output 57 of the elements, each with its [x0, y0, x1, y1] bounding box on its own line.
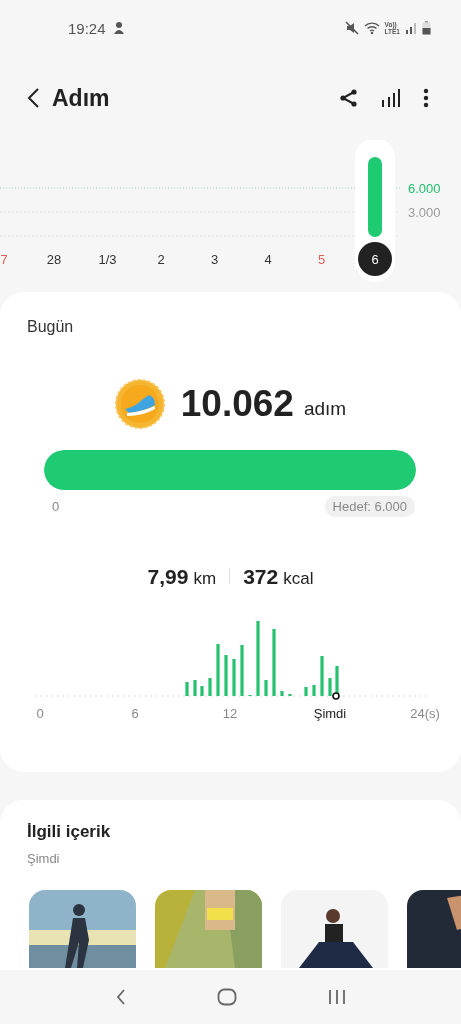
- wifi-icon: [363, 21, 380, 35]
- signal-icon: [405, 22, 417, 34]
- day-label[interactable]: 4: [264, 252, 272, 267]
- selected-day-marker: [358, 242, 392, 276]
- progress-start-label: 0: [52, 499, 60, 514]
- step-unit: adım: [303, 398, 347, 420]
- hourly-bar: [304, 687, 308, 696]
- now-marker: [332, 692, 340, 700]
- page-title: Adım: [52, 84, 110, 112]
- card-title: Bugün: [26, 318, 75, 336]
- back-icon: [26, 87, 40, 109]
- distance-unit: km: [193, 569, 217, 589]
- step-count: 10.062: [180, 383, 294, 425]
- hourly-bar: [335, 666, 339, 696]
- hourly-bar: [320, 656, 324, 696]
- hourly-bar: [185, 682, 189, 696]
- home-icon: [216, 988, 237, 1006]
- hourly-bar: [272, 629, 276, 696]
- bar-chart-icon: [381, 88, 401, 108]
- more-icon: [423, 88, 429, 108]
- hourly-bar: [264, 680, 268, 696]
- calories-value: 372: [243, 565, 279, 589]
- axis-label: 0: [36, 706, 44, 721]
- hourly-bar: [280, 691, 284, 696]
- hourly-bar: [208, 678, 212, 696]
- hourly-bar: [312, 685, 316, 696]
- axis-label: 6: [131, 706, 139, 721]
- battery-icon: [422, 21, 431, 35]
- section-subtitle: Şimdi: [26, 851, 61, 866]
- hourly-bar: [216, 644, 220, 696]
- share-icon: [339, 88, 359, 108]
- avatar-icon: [112, 21, 125, 35]
- day-label[interactable]: 28: [46, 252, 62, 267]
- hourly-bar: [240, 645, 244, 696]
- mute-icon: [344, 21, 359, 35]
- axis-label: Şimdi: [313, 706, 347, 721]
- hourly-bar: [328, 678, 332, 696]
- back-icon: [115, 988, 126, 1006]
- distance-value: 7,99: [147, 565, 189, 589]
- scale-label: 6.000: [408, 181, 441, 196]
- goal-label: Hedef: 6.000: [324, 496, 415, 517]
- axis-label: 24(s): [410, 706, 440, 721]
- recents-icon: [327, 989, 346, 1005]
- axis-label: 12: [222, 706, 238, 721]
- shoe-badge-icon: [114, 379, 165, 429]
- hourly-bar: [200, 686, 204, 696]
- day-label[interactable]: 1/3: [98, 252, 117, 267]
- hourly-bar: [193, 680, 197, 696]
- day-label[interactable]: 6: [371, 252, 379, 267]
- hourly-bar: [232, 659, 236, 696]
- calories-unit: kcal: [283, 569, 314, 589]
- section-title: İlgili içerik: [26, 822, 112, 842]
- day-label[interactable]: 2: [157, 252, 165, 267]
- hourly-bar: [224, 655, 228, 696]
- day-label[interactable]: 3: [210, 252, 219, 267]
- status-time: 19:24: [68, 19, 106, 37]
- scale-label: 3.000: [408, 205, 441, 220]
